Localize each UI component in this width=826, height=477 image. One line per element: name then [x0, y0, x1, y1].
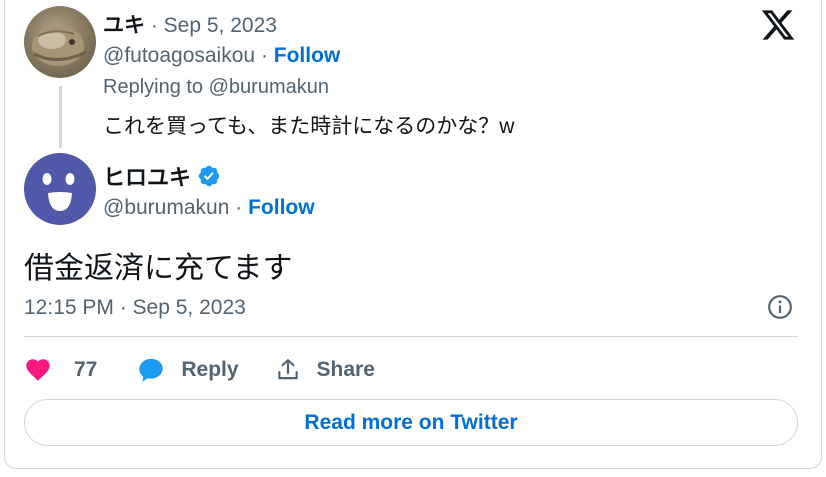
- read-more-button[interactable]: Read more on Twitter: [24, 399, 798, 446]
- heart-icon: [26, 359, 50, 381]
- reply-author-name-row: ユキ · Sep 5, 2023: [103, 9, 277, 39]
- main-author-handle[interactable]: @burumakun: [103, 196, 229, 219]
- main-author-name-row: ヒロユキ: [103, 160, 221, 192]
- divider: [24, 336, 798, 337]
- reply-author-name[interactable]: ユキ: [103, 14, 145, 37]
- like-button[interactable]: 77: [24, 356, 97, 384]
- replying-to-text: Replying to @burumakun: [103, 76, 329, 98]
- reply-tweet-text: これを買っても、また時計になるのかな？w: [103, 115, 515, 138]
- separator-dot: ·: [235, 196, 243, 219]
- reply-label: Reply: [181, 358, 239, 381]
- main-author-name[interactable]: ヒロユキ: [103, 160, 191, 192]
- thread-connector-line: [59, 86, 62, 148]
- share-button[interactable]: Share: [275, 357, 375, 383]
- main-author-avatar[interactable]: [24, 153, 96, 225]
- verified-badge-icon: [197, 164, 221, 188]
- reply-bubble-icon: [139, 358, 164, 382]
- reply-handle-row: @futoagosaikou · Follow: [103, 44, 340, 68]
- share-label: Share: [316, 358, 375, 381]
- share-icon: [277, 359, 298, 380]
- tweet-timestamp[interactable]: 12:15 PM · Sep 5, 2023: [24, 296, 246, 320]
- info-icon[interactable]: [767, 294, 793, 320]
- reply-follow-link[interactable]: Follow: [274, 44, 341, 67]
- x-logo-icon[interactable]: [760, 7, 796, 43]
- separator-dot: ·: [260, 44, 268, 67]
- reply-date[interactable]: · Sep 5, 2023: [151, 14, 277, 37]
- main-follow-link[interactable]: Follow: [248, 196, 315, 219]
- reply-author-handle[interactable]: @futoagosaikou: [103, 44, 255, 67]
- like-count: 77: [74, 358, 98, 381]
- action-bar: 77 Reply Share: [24, 352, 375, 388]
- main-handle-row: @burumakun · Follow: [103, 196, 315, 220]
- main-tweet-text: 借金返済に充てます: [24, 252, 293, 285]
- reply-author-avatar[interactable]: [24, 6, 96, 78]
- reply-button[interactable]: Reply: [137, 356, 239, 384]
